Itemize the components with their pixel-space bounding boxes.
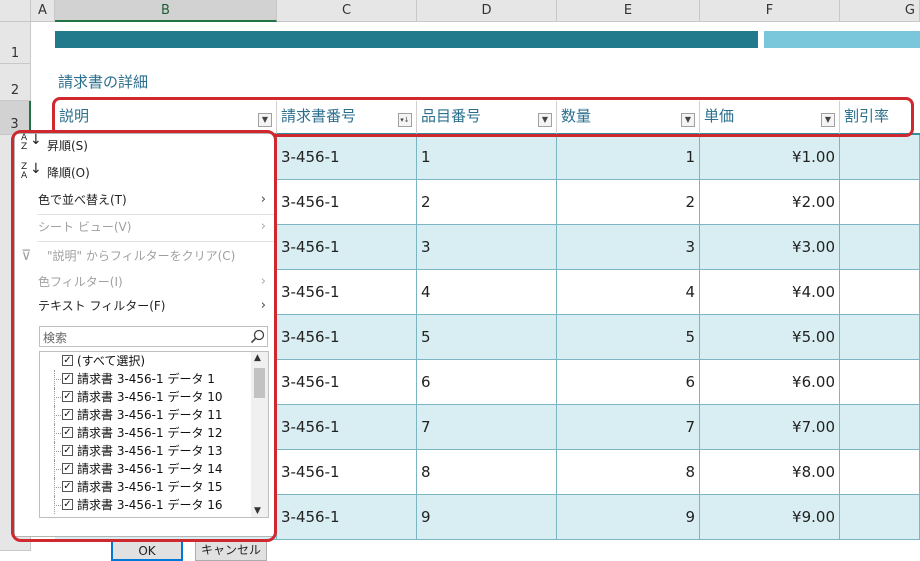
cell-invoice-number[interactable]: 3-456-1 xyxy=(277,270,417,315)
cell-quantity[interactable]: 2 xyxy=(557,180,700,225)
cell-item-number[interactable]: 5 xyxy=(417,315,557,360)
cell-discount-rate[interactable] xyxy=(840,405,920,450)
cell-unit-price[interactable]: ¥4.00 xyxy=(700,270,840,315)
cell-unit-price[interactable]: ¥7.00 xyxy=(700,405,840,450)
column-header-e[interactable]: E xyxy=(557,0,700,22)
cell-discount-rate[interactable] xyxy=(840,450,920,495)
column-header-c[interactable]: C xyxy=(277,0,417,22)
column-header-b[interactable]: B xyxy=(55,0,277,22)
cell-item-number[interactable]: 9 xyxy=(417,495,557,540)
title-bar-light xyxy=(764,31,920,48)
row-header-2[interactable]: 2 xyxy=(0,64,31,101)
cell-quantity[interactable]: 3 xyxy=(557,225,700,270)
cell-discount-rate[interactable] xyxy=(840,270,920,315)
column-header-f[interactable]: F xyxy=(700,0,840,22)
cell-invoice-number[interactable]: 3-456-1 xyxy=(277,495,417,540)
column-header-a[interactable]: A xyxy=(31,0,55,22)
cell-quantity[interactable]: 5 xyxy=(557,315,700,360)
cell-quantity[interactable]: 4 xyxy=(557,270,700,315)
cell-unit-price[interactable]: ¥6.00 xyxy=(700,360,840,405)
cell-unit-price[interactable]: ¥8.00 xyxy=(700,450,840,495)
section-title: 請求書の詳細 xyxy=(58,73,149,91)
cell-item-number[interactable]: 8 xyxy=(417,450,557,495)
cell-item-number[interactable]: 6 xyxy=(417,360,557,405)
cell-item-number[interactable]: 2 xyxy=(417,180,557,225)
cell-quantity[interactable]: 6 xyxy=(557,360,700,405)
cell-discount-rate[interactable] xyxy=(840,315,920,360)
cell-quantity[interactable]: 9 xyxy=(557,495,700,540)
ok-button[interactable]: OK xyxy=(111,539,183,561)
cell-discount-rate[interactable] xyxy=(840,135,920,180)
menu-highlight xyxy=(11,130,277,542)
cell-discount-rate[interactable] xyxy=(840,225,920,270)
cell-discount-rate[interactable] xyxy=(840,495,920,540)
cell-quantity[interactable]: 8 xyxy=(557,450,700,495)
cell-item-number[interactable]: 7 xyxy=(417,405,557,450)
cell-item-number[interactable]: 3 xyxy=(417,225,557,270)
cell-invoice-number[interactable]: 3-456-1 xyxy=(277,360,417,405)
cell-invoice-number[interactable]: 3-456-1 xyxy=(277,180,417,225)
cell-invoice-number[interactable]: 3-456-1 xyxy=(277,135,417,180)
column-header-g[interactable]: G xyxy=(840,0,920,22)
cell-unit-price[interactable]: ¥9.00 xyxy=(700,495,840,540)
cell-unit-price[interactable]: ¥1.00 xyxy=(700,135,840,180)
cell-invoice-number[interactable]: 3-456-1 xyxy=(277,405,417,450)
title-bar-dark xyxy=(55,31,758,48)
cell-invoice-number[interactable]: 3-456-1 xyxy=(277,450,417,495)
cell-item-number[interactable]: 4 xyxy=(417,270,557,315)
cell-quantity[interactable]: 7 xyxy=(557,405,700,450)
select-all-corner[interactable] xyxy=(0,0,31,22)
cell-invoice-number[interactable]: 3-456-1 xyxy=(277,225,417,270)
cell-item-number[interactable]: 1 xyxy=(417,135,557,180)
cell-unit-price[interactable]: ¥2.00 xyxy=(700,180,840,225)
cell-quantity[interactable]: 1 xyxy=(557,135,700,180)
cell-invoice-number[interactable]: 3-456-1 xyxy=(277,315,417,360)
row-header-1[interactable]: 1 xyxy=(0,22,31,64)
column-header-d[interactable]: D xyxy=(417,0,557,22)
cell-discount-rate[interactable] xyxy=(840,360,920,405)
cancel-button[interactable]: キャンセル xyxy=(195,539,267,561)
cell-unit-price[interactable]: ¥3.00 xyxy=(700,225,840,270)
cell-discount-rate[interactable] xyxy=(840,180,920,225)
cell-unit-price[interactable]: ¥5.00 xyxy=(700,315,840,360)
